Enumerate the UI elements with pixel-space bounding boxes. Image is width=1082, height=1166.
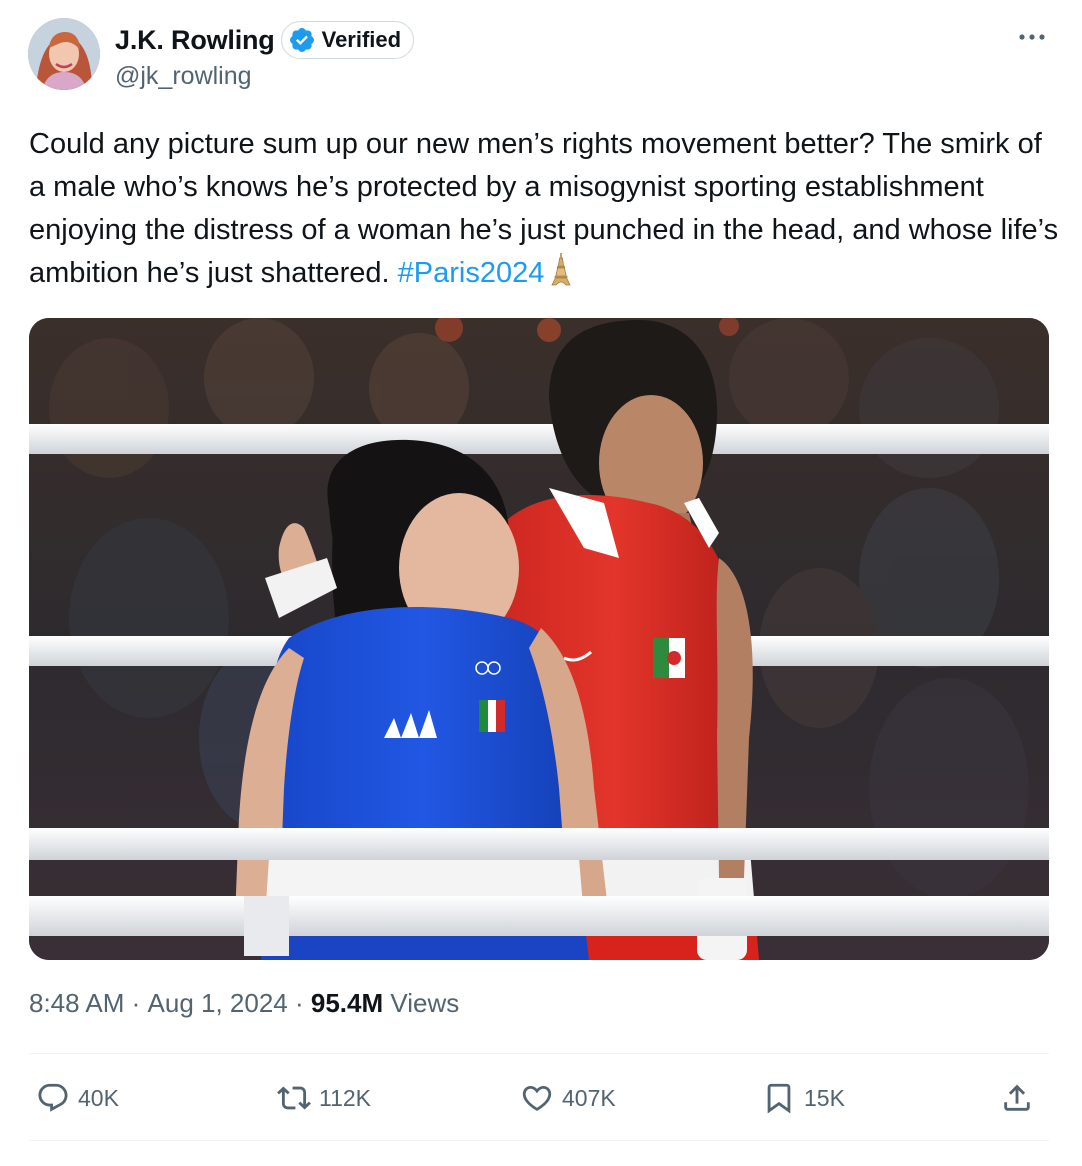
views-count: 95.4M [310,988,384,1018]
tweet-meta: 8:48 AM · Aug 1, 2024 · 95.4M Views [29,988,459,1019]
meta-separator: · [287,988,311,1018]
repost-count: 112K [319,1084,372,1111]
reply-button[interactable]: 40K [36,1078,119,1118]
avatar-photo [28,18,100,90]
like-button[interactable]: 407K [520,1078,616,1118]
hashtag-link[interactable]: #Paris2024 [398,257,545,289]
tweet-date[interactable]: Aug 1, 2024 [148,988,288,1019]
more-dots-icon [1019,34,1045,40]
author-handle[interactable]: @jk_rowling [115,62,252,91]
author-display-name[interactable]: J.K. Rowling [115,25,275,56]
reply-count: 40K [78,1084,119,1111]
tweet-time[interactable]: 8:48 AM [29,988,124,1019]
bookmark-count: 15K [804,1084,845,1111]
verified-label: Verified [321,27,402,52]
eiffel-tower-icon [551,253,571,286]
repost-icon [277,1086,311,1110]
meta-separator: · [124,988,148,1018]
views-label: Views [383,988,460,1018]
verified-badge[interactable]: Verified [280,21,415,59]
boxing-match-photo [29,318,1049,960]
reply-icon [38,1083,68,1112]
heart-icon [522,1085,552,1111]
share-icon [1004,1084,1030,1111]
divider-bottom [29,1140,1049,1141]
share-button[interactable] [1000,1078,1034,1118]
verified-check-icon [289,28,314,52]
bookmark-button[interactable]: 15K [762,1078,845,1118]
divider-top [29,1053,1049,1054]
more-options-button[interactable] [1012,22,1052,52]
tweet-card: J.K. Rowling Verified @jk_rowling Could … [0,0,1082,1166]
avatar[interactable] [28,18,100,90]
tweet-photo[interactable] [29,318,1049,960]
tweet-text: Could any picture sum up our new men’s r… [29,123,1059,295]
bookmark-icon [767,1083,791,1114]
author-name-row: J.K. Rowling Verified [115,18,415,62]
like-count: 407K [562,1084,616,1111]
repost-button[interactable]: 112K [277,1078,371,1118]
